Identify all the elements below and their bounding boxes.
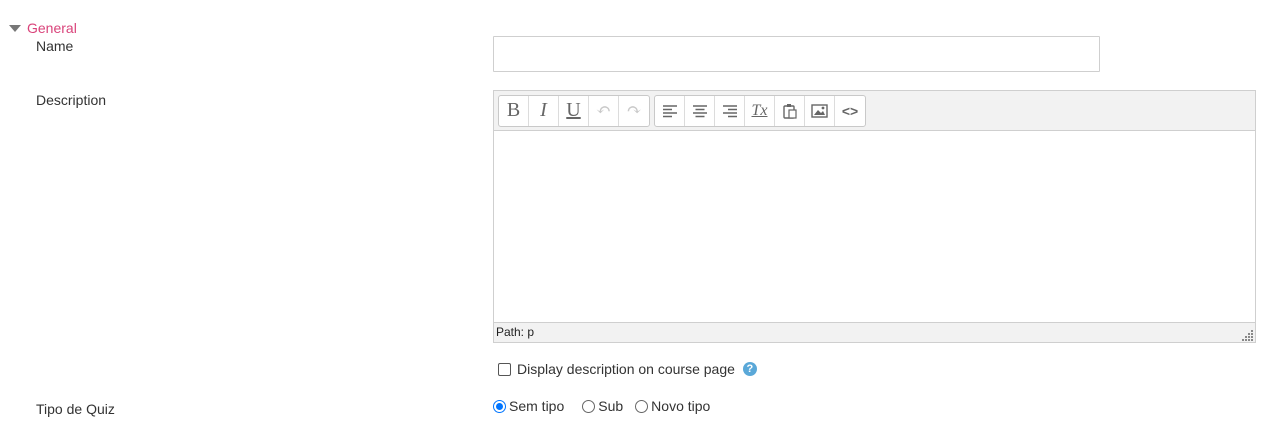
radio-label[interactable]: Sub: [598, 398, 623, 414]
toolbar-group-text: B I U ↶ ↷: [498, 94, 650, 127]
radio-label[interactable]: Novo tipo: [651, 398, 710, 414]
radio-button[interactable]: [582, 399, 596, 413]
display-description-row: Display description on course page ?: [498, 361, 757, 377]
align-left-button[interactable]: [655, 95, 685, 126]
underline-icon: U: [566, 99, 581, 121]
paste-button[interactable]: [775, 95, 805, 126]
editor-toolbar: B I U ↶ ↷ Tx <>: [494, 91, 1255, 131]
align-center-button[interactable]: [685, 95, 715, 126]
radio-option-novo-tipo[interactable]: Novo tipo: [635, 398, 710, 414]
html-source-button[interactable]: <>: [835, 96, 865, 126]
radio-option-sem-tipo[interactable]: Sem tipo: [493, 398, 564, 414]
align-right-icon: [722, 104, 737, 117]
italic-icon: I: [540, 99, 547, 121]
editor-path: Path: p: [496, 325, 535, 339]
toolbar-group-format: Tx <>: [654, 94, 866, 127]
radio-option-sub[interactable]: Sub: [582, 398, 623, 414]
display-description-checkbox[interactable]: [498, 362, 511, 376]
redo-button[interactable]: ↷: [619, 96, 649, 126]
bold-button[interactable]: B: [499, 95, 529, 126]
bold-icon: B: [506, 99, 521, 121]
name-input[interactable]: [493, 36, 1100, 72]
clear-formatting-icon: Tx: [751, 101, 768, 119]
section-title: General: [27, 20, 77, 36]
code-icon: <>: [841, 102, 859, 119]
description-editor: B I U ↶ ↷ Tx <> Path: p: [493, 90, 1256, 343]
display-description-label[interactable]: Display description on course page: [517, 361, 735, 377]
resize-handle-icon[interactable]: [1242, 329, 1254, 341]
description-label: Description: [36, 92, 107, 108]
help-icon[interactable]: ?: [742, 362, 757, 376]
radio-label[interactable]: Sem tipo: [509, 398, 564, 414]
paste-icon: [782, 103, 797, 119]
collapse-triangle-icon: [9, 24, 21, 32]
align-center-icon: [692, 104, 707, 117]
editor-content-area[interactable]: [494, 131, 1255, 321]
redo-icon: ↷: [626, 100, 642, 120]
radio-button[interactable]: [635, 399, 649, 413]
undo-icon: ↶: [595, 100, 612, 120]
quiz-type-radio-group: Sem tipo Sub Novo tipo: [493, 398, 720, 414]
insert-image-button[interactable]: [805, 95, 835, 126]
undo-button[interactable]: ↶: [589, 95, 619, 126]
radio-button[interactable]: [493, 399, 506, 413]
underline-button[interactable]: U: [559, 95, 589, 126]
general-section-toggle[interactable]: General: [9, 20, 77, 36]
align-left-icon: [662, 104, 677, 117]
editor-status-bar: Path: p: [494, 322, 1255, 342]
italic-button[interactable]: I: [529, 95, 559, 126]
quiz-type-label: Tipo de Quiz: [36, 401, 115, 417]
image-icon: [811, 103, 828, 118]
align-right-button[interactable]: [715, 95, 745, 126]
name-label: Name: [36, 38, 74, 54]
clear-formatting-button[interactable]: Tx: [745, 95, 775, 126]
